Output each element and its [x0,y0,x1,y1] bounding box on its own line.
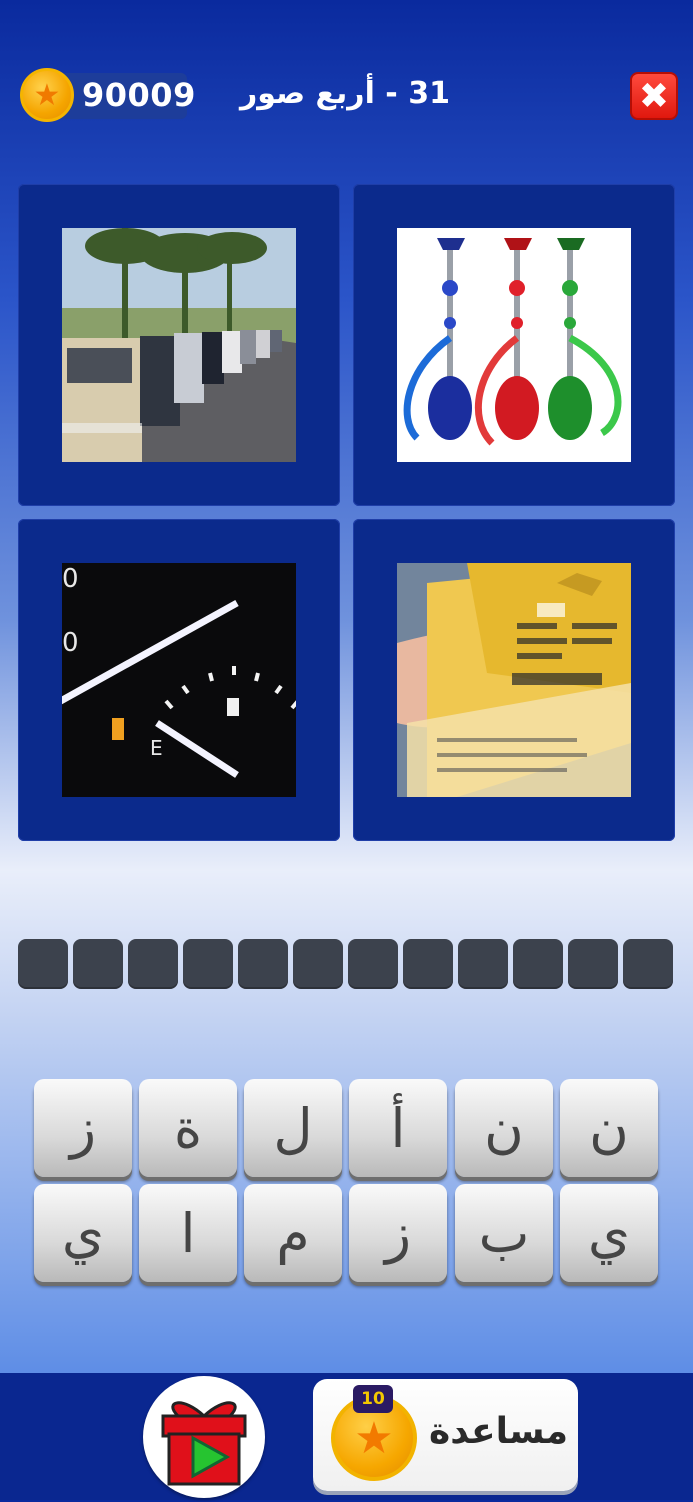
help-button[interactable]: ★ 10 مساعدة [313,1379,578,1491]
letter-key[interactable]: م [244,1184,342,1282]
coin-count: 90009 [82,76,196,114]
answer-slot[interactable] [293,939,343,989]
answer-slot[interactable] [403,939,453,989]
coin-balance: ★ 90009 [20,68,195,124]
smart-card-photo-icon [397,563,631,797]
answer-slot[interactable] [513,939,563,989]
picture-tile-1[interactable] [18,184,340,506]
letter-key[interactable]: ز [349,1184,447,1282]
gift-video-icon [161,1401,247,1486]
answer-slot[interactable] [458,939,508,989]
picture-tile-2[interactable] [353,184,675,506]
letter-key[interactable]: ا [139,1184,237,1282]
close-button[interactable]: ✖ [630,72,678,120]
letter-key[interactable]: ن [455,1079,553,1177]
cars-queue-photo-icon [62,228,296,462]
picture-tile-3[interactable]: 0 0 E [18,519,340,841]
picture-tile-4[interactable] [353,519,675,841]
answer-slot[interactable] [238,939,288,989]
letter-key[interactable]: ل [244,1079,342,1177]
gauge-zero-mid: 0 [62,628,79,658]
letter-key[interactable]: ن [560,1079,658,1177]
answer-slot[interactable] [568,939,618,989]
help-cost-badge: 10 [353,1385,393,1413]
gauge-e-label: E [150,736,163,760]
answer-slot[interactable] [128,939,178,989]
answer-slot[interactable] [183,939,233,989]
hookah-photo-icon [397,228,631,462]
fuel-gauge-photo-icon: 0 0 E [62,563,296,797]
level-title: 31 - أربع صور [240,76,450,111]
answer-slot[interactable] [18,939,68,989]
answer-slots [18,939,678,989]
gift-video-button[interactable] [143,1376,265,1498]
answer-slot[interactable] [348,939,398,989]
star-coin-icon: ★ [20,68,74,122]
gauge-zero-top: 0 [62,564,79,594]
answer-slot[interactable] [623,939,673,989]
letter-key[interactable]: ي [560,1184,658,1282]
letter-key[interactable]: ب [455,1184,553,1282]
answer-slot[interactable] [73,939,123,989]
letter-key[interactable]: ة [139,1079,237,1177]
help-label: مساعدة [429,1411,569,1452]
letter-key[interactable]: ز [34,1079,132,1177]
letter-key[interactable]: أ [349,1079,447,1177]
letter-key[interactable]: ي [34,1184,132,1282]
